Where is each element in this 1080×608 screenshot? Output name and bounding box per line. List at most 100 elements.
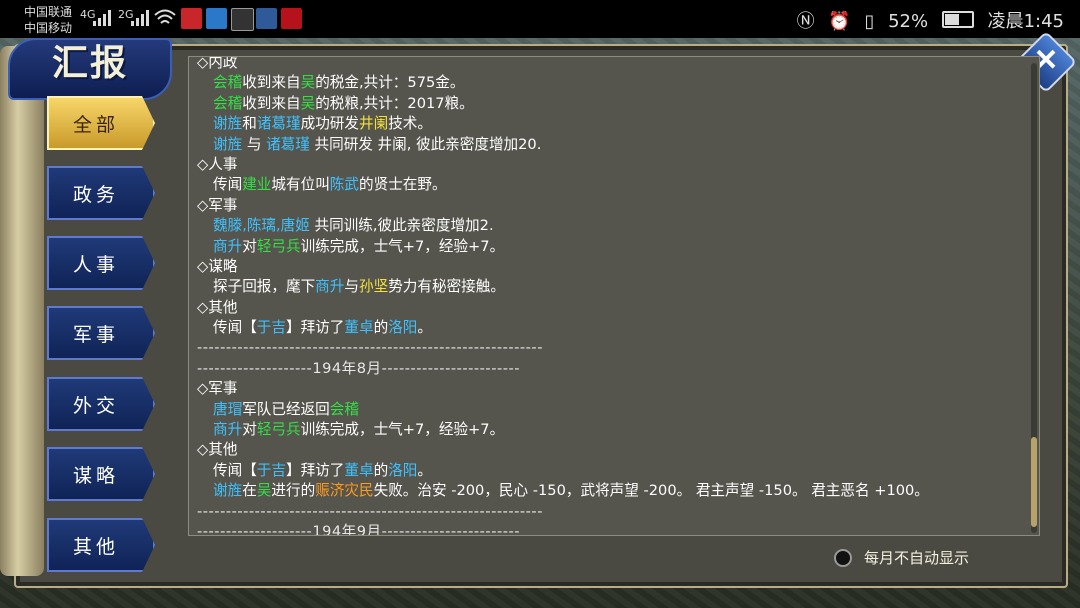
scrollbar-thumb[interactable]: [1031, 437, 1037, 527]
alarm-icon: ⏰: [828, 11, 851, 32]
report-line: 魏滕,陈璃,唐姬 共同训练,彼此亲密度增加2.: [197, 216, 1019, 236]
report-text-segment: 城有位叫: [271, 176, 330, 194]
auto-show-radio[interactable]: [834, 548, 852, 567]
report-text-segment: 于吉: [256, 461, 286, 479]
report-text-segment: 井阑: [359, 115, 389, 133]
report-text-segment: 与: [242, 135, 267, 153]
battery-percent: 52%: [888, 11, 929, 32]
scroll-ornament: [0, 46, 44, 576]
report-text-segment: 。: [417, 461, 433, 479]
report-text-segment: ----------------------------------------…: [197, 339, 543, 357]
report-text-segment: ◇军事: [197, 380, 238, 398]
page-title: 汇报: [52, 42, 129, 84]
report-text-segment: 的税金,共计：575金。: [315, 74, 465, 92]
report-text-segment: 对: [242, 237, 257, 255]
app-notification-icon: [256, 8, 277, 29]
report-text-segment: 诸葛瑾: [256, 115, 301, 133]
report-text-segment: 轻弓兵: [256, 237, 301, 255]
battery-icon: [941, 11, 974, 28]
auto-show-label: 每月不自动显示: [864, 549, 970, 567]
report-text-segment: 谢旌: [213, 115, 243, 133]
clock: 凌晨1:45: [987, 11, 1064, 32]
report-line: ◇内政: [197, 56, 1019, 73]
report-text-segment: 建业: [242, 176, 272, 194]
report-line: 传闻【于吉】拜访了董卓的洛阳。: [197, 461, 1019, 481]
tab-personnel[interactable]: 人事: [47, 236, 155, 290]
report-line: 谢旌和诸葛瑾成功研发井阑技术。: [197, 114, 1019, 134]
report-text-segment: 进行的: [271, 482, 316, 500]
report-text-segment: 传闻【: [213, 319, 257, 337]
report-line: ◇其他: [197, 440, 1019, 460]
report-line: ◇军事: [197, 379, 1019, 399]
report-text-segment: ◇内政: [197, 56, 238, 71]
report-text-segment: 共同训练,彼此亲密度增加2.: [309, 217, 494, 235]
tab-diplomacy[interactable]: 外交: [47, 377, 155, 431]
app-notification-icon: [181, 8, 202, 29]
report-text-segment: 轻弓兵: [256, 421, 301, 439]
report-line: 商升对轻弓兵训练完成，士气+7，经验+7。: [197, 237, 1019, 257]
report-text-segment: ◇谋略: [197, 257, 238, 275]
report-text-segment: 诸葛瑾: [266, 135, 310, 153]
report-content[interactable]: ◇内政 会稽收到来自吴的税金,共计：575金。 会稽收到来自吴的税粮,共计：2017…: [188, 56, 1040, 536]
report-text-segment: 与: [344, 278, 359, 296]
report-text-segment: --------------------194年9月--------------…: [197, 522, 521, 536]
report-text-segment: ◇人事: [197, 155, 238, 173]
app-notification-icon: [231, 8, 254, 31]
status-right: Ⓝ ⏰ ▯ 52% 凌晨1:45: [789, 7, 1064, 33]
report-line: 谢旌在吴进行的赈济灾民失败。治安 -200，民心 -150，武将声望 -200。…: [197, 481, 1019, 501]
report-separator: --------------------194年8月--------------…: [197, 359, 1019, 379]
report-line: ◇谋略: [197, 257, 1019, 277]
report-text-segment: --------------------194年8月--------------…: [197, 359, 521, 377]
tab-all[interactable]: 全部: [47, 96, 155, 150]
tab-government[interactable]: 政务: [47, 166, 155, 220]
report-line: 传闻建业城有位叫陈武的贤士在野。: [197, 175, 1019, 195]
nfc-icon: Ⓝ: [796, 11, 815, 32]
report-text-segment: 的: [373, 319, 389, 337]
report-text-segment: 会稽: [329, 400, 359, 418]
report-text-segment: 收到来自: [242, 74, 301, 92]
status-bar: 中国联通 中国移动 4G 2G Ⓝ ⏰ ▯ 52% 凌晨1:45: [0, 0, 1080, 38]
auto-show-toggle[interactable]: 每月不自动显示: [834, 547, 969, 568]
report-text-segment: 。: [417, 319, 433, 337]
tab-other[interactable]: 其他: [47, 518, 155, 572]
tab-strategy[interactable]: 谋略: [47, 447, 155, 501]
report-text-segment: 会稽: [213, 74, 243, 92]
report-text-segment: 训练完成，士气+7，经验+7。: [300, 421, 505, 439]
report-text-segment: 传闻【: [213, 461, 257, 479]
report-text-segment: 失败。治安 -200，民心 -150，武将声望 -200。 君主声望 -150。…: [373, 482, 929, 500]
report-text-segment: 于吉: [256, 319, 286, 337]
tab-military[interactable]: 军事: [47, 306, 155, 360]
report-text-segment: 成功研发: [300, 115, 359, 133]
report-text-segment: 吴: [300, 94, 316, 112]
tab-label: 外交: [72, 394, 119, 417]
report-separator: ----------------------------------------…: [197, 502, 1019, 522]
report-text-segment: 谢旌: [213, 482, 243, 500]
report-text-segment: 商升: [213, 237, 243, 255]
report-text-segment: 洛阳: [388, 461, 418, 479]
report-text-segment: 陈武: [329, 176, 359, 194]
signal-icon: [131, 10, 149, 26]
report-text-segment: 传闻: [213, 176, 243, 194]
tab-label: 谋略: [72, 464, 119, 487]
report-line: 会稽收到来自吴的税粮,共计：2017粮。: [197, 94, 1019, 114]
report-separator: ----------------------------------------…: [197, 338, 1019, 358]
report-text-segment: 】拜访了: [286, 461, 345, 479]
report-text-segment: 对: [242, 421, 257, 439]
report-text-segment: 的贤士在野。: [359, 176, 447, 194]
report-text-segment: 】拜访了: [286, 319, 345, 337]
report-text-segment: 训练完成，士气+7，经验+7。: [300, 237, 505, 255]
report-line: 探子回报，麾下商升与孙坚势力有秘密接触。: [197, 277, 1019, 297]
report-text-segment: 会稽: [213, 94, 243, 112]
report-text-segment: 技术。: [388, 115, 432, 133]
report-text-segment: 军队已经返回: [242, 400, 330, 418]
report-text-segment: 魏滕,陈璃,唐姬: [213, 217, 310, 235]
report-text-segment: 谢旌: [213, 135, 243, 153]
tab-label: 全部: [72, 113, 119, 136]
report-text-segment: 唐瑁: [213, 400, 243, 418]
tab-label: 人事: [72, 253, 119, 276]
report-text-segment: 共同研发 井阑, 彼此亲密度增加20.: [309, 135, 542, 153]
app-notification-icon: [281, 8, 302, 29]
report-separator: --------------------194年9月--------------…: [197, 522, 1019, 536]
report-text-segment: 探子回报，麾下: [213, 278, 316, 296]
report-text-segment: 的: [373, 461, 389, 479]
